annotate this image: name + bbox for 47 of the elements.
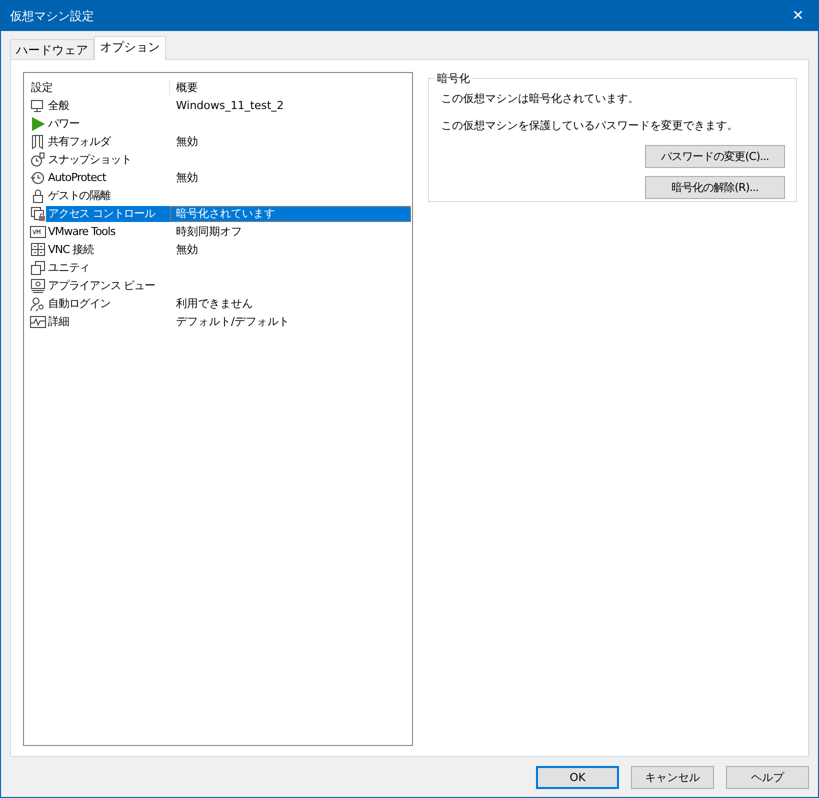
list-item[interactable]: 全般: [46, 98, 71, 114]
lock-icon: [30, 206, 46, 222]
windows-icon: [30, 260, 46, 276]
list-item[interactable]: スナップショット: [46, 152, 134, 168]
summary-text: 無効: [175, 134, 198, 150]
column-header: 概要: [175, 80, 198, 94]
summary-text: 利用できません: [175, 296, 253, 312]
network-icon: [30, 242, 46, 258]
dialog-button[interactable]: ヘルプ: [726, 766, 809, 789]
clock-icon: [30, 152, 46, 168]
close-button[interactable]: ✕: [778, 1, 818, 31]
user-key-icon: [30, 296, 46, 312]
summary-text: 暗号化されています: [170, 206, 411, 222]
tab[interactable]: ハードウェア: [10, 39, 94, 59]
list-item[interactable]: アプライアンス ビュー: [46, 278, 157, 294]
history-icon: [30, 170, 46, 186]
group-title: 暗号化: [435, 71, 472, 86]
appliance-icon: [30, 278, 46, 294]
monitor-icon: [30, 98, 46, 114]
dialog-button[interactable]: OK: [536, 766, 619, 789]
summary-text: 時刻同期オフ: [175, 224, 242, 240]
list-item[interactable]: パワー: [46, 116, 82, 132]
list-item[interactable]: 自動ログイン: [46, 296, 112, 312]
play-icon: [30, 116, 46, 132]
dialog-button[interactable]: キャンセル: [631, 766, 714, 789]
list-item[interactable]: AutoProtect: [46, 170, 108, 186]
list-item[interactable]: アクセス コントロール: [46, 206, 170, 222]
list-item[interactable]: VMware Tools: [46, 224, 118, 240]
column-header: 設定: [25, 80, 170, 94]
summary-text: Windows_11_test_2: [175, 98, 284, 114]
list-item[interactable]: VNC 接続: [46, 242, 96, 258]
window-title: 仮想マシン設定: [10, 8, 94, 24]
list-item[interactable]: ユニティ: [46, 260, 92, 276]
list-item[interactable]: ゲストの隔離: [46, 188, 112, 204]
lock-icon: [30, 188, 46, 204]
list-item[interactable]: 共有フォルダ: [46, 134, 112, 150]
list-item[interactable]: 詳細: [46, 314, 71, 330]
vm-icon: [30, 224, 46, 240]
summary-text: 無効: [175, 242, 198, 258]
tab[interactable]: オプション: [94, 36, 166, 60]
info-text: この仮想マシンを保護しているパスワードを変更できます。: [441, 118, 739, 133]
status-text: この仮想マシンは暗号化されています。: [441, 91, 640, 106]
pulse-icon: [30, 314, 46, 330]
summary-text: 無効: [175, 170, 198, 186]
summary-text: デフォルト/デフォルト: [175, 314, 290, 330]
action-button[interactable]: パスワードの変更(C)...: [645, 145, 785, 168]
action-button[interactable]: 暗号化の解除(R)...: [645, 176, 785, 199]
